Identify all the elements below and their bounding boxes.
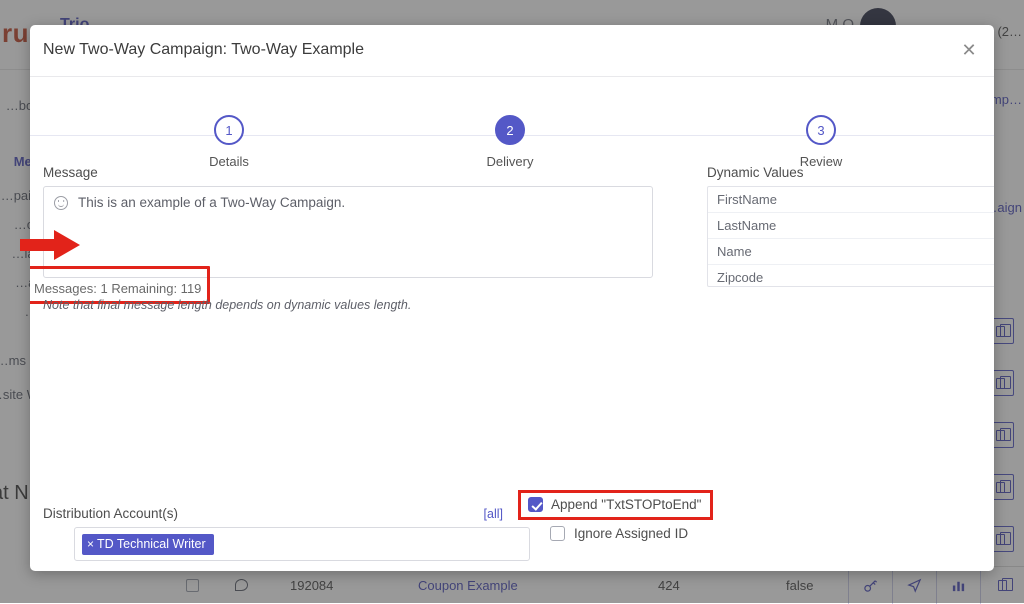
wizard-stepper: 1 Details 2 Delivery 3 Review	[30, 77, 994, 169]
message-input[interactable]: This is an example of a Two-Way Campaign…	[43, 186, 653, 278]
list-item[interactable]: LastName	[708, 213, 994, 239]
dialog-title: New Two-Way Campaign: Two-Way Example	[43, 41, 364, 58]
message-label: Message	[43, 165, 98, 180]
message-counter: Messages: 1 Remaining: 119	[34, 281, 202, 296]
red-arrow-annotation	[20, 230, 80, 260]
select-all-link[interactable]: [all]	[484, 507, 503, 521]
step-number-2: 2	[495, 115, 525, 145]
list-item[interactable]: Name	[708, 239, 994, 265]
remove-tag-icon[interactable]: ×	[87, 537, 94, 551]
list-item[interactable]: FirstName	[708, 187, 994, 213]
dialog-header: New Two-Way Campaign: Two-Way Example ✕	[30, 25, 994, 77]
ignore-assigned-id-label: Ignore Assigned ID	[574, 526, 689, 541]
dynamic-values-label: Dynamic Values	[707, 165, 804, 180]
distribution-accounts-input[interactable]: × TD Technical Writer	[74, 527, 530, 561]
ignore-assigned-id-row: Ignore Assigned ID	[550, 526, 688, 541]
append-stop-label: Append "TxtSTOPtoEnd"	[551, 497, 702, 512]
step-details[interactable]: 1 Details	[169, 115, 289, 169]
distribution-account-tag-label: TD Technical Writer	[97, 536, 206, 551]
append-stop-checkbox[interactable]	[528, 497, 543, 512]
emoji-icon[interactable]	[54, 196, 68, 210]
ignore-assigned-id-checkbox[interactable]	[550, 526, 565, 541]
message-note: Note that final message length depends o…	[43, 298, 412, 312]
append-stop-annotation: Append "TxtSTOPtoEnd"	[518, 490, 714, 520]
step-delivery[interactable]: 2 Delivery	[450, 115, 570, 169]
message-section: Message This is an example of a Two-Way …	[43, 165, 653, 278]
distribution-label-row: Distribution Account(s) [all]	[43, 506, 503, 521]
distribution-account-tag[interactable]: × TD Technical Writer	[82, 533, 214, 555]
dynamic-values-list[interactable]: FirstName LastName Name Zipcode	[707, 186, 994, 287]
list-item[interactable]: Zipcode	[708, 265, 994, 286]
step-number-3: 3	[806, 115, 836, 145]
new-two-way-campaign-dialog: New Two-Way Campaign: Two-Way Example ✕ …	[30, 25, 994, 571]
step-review[interactable]: 3 Review	[761, 115, 881, 169]
message-value: This is an example of a Two-Way Campaign…	[78, 195, 346, 210]
distribution-label: Distribution Account(s)	[43, 506, 179, 521]
close-icon[interactable]: ✕	[956, 37, 982, 63]
dynamic-values-section: Dynamic Values FirstName LastName Name Z…	[707, 165, 994, 287]
step-number-1: 1	[214, 115, 244, 145]
